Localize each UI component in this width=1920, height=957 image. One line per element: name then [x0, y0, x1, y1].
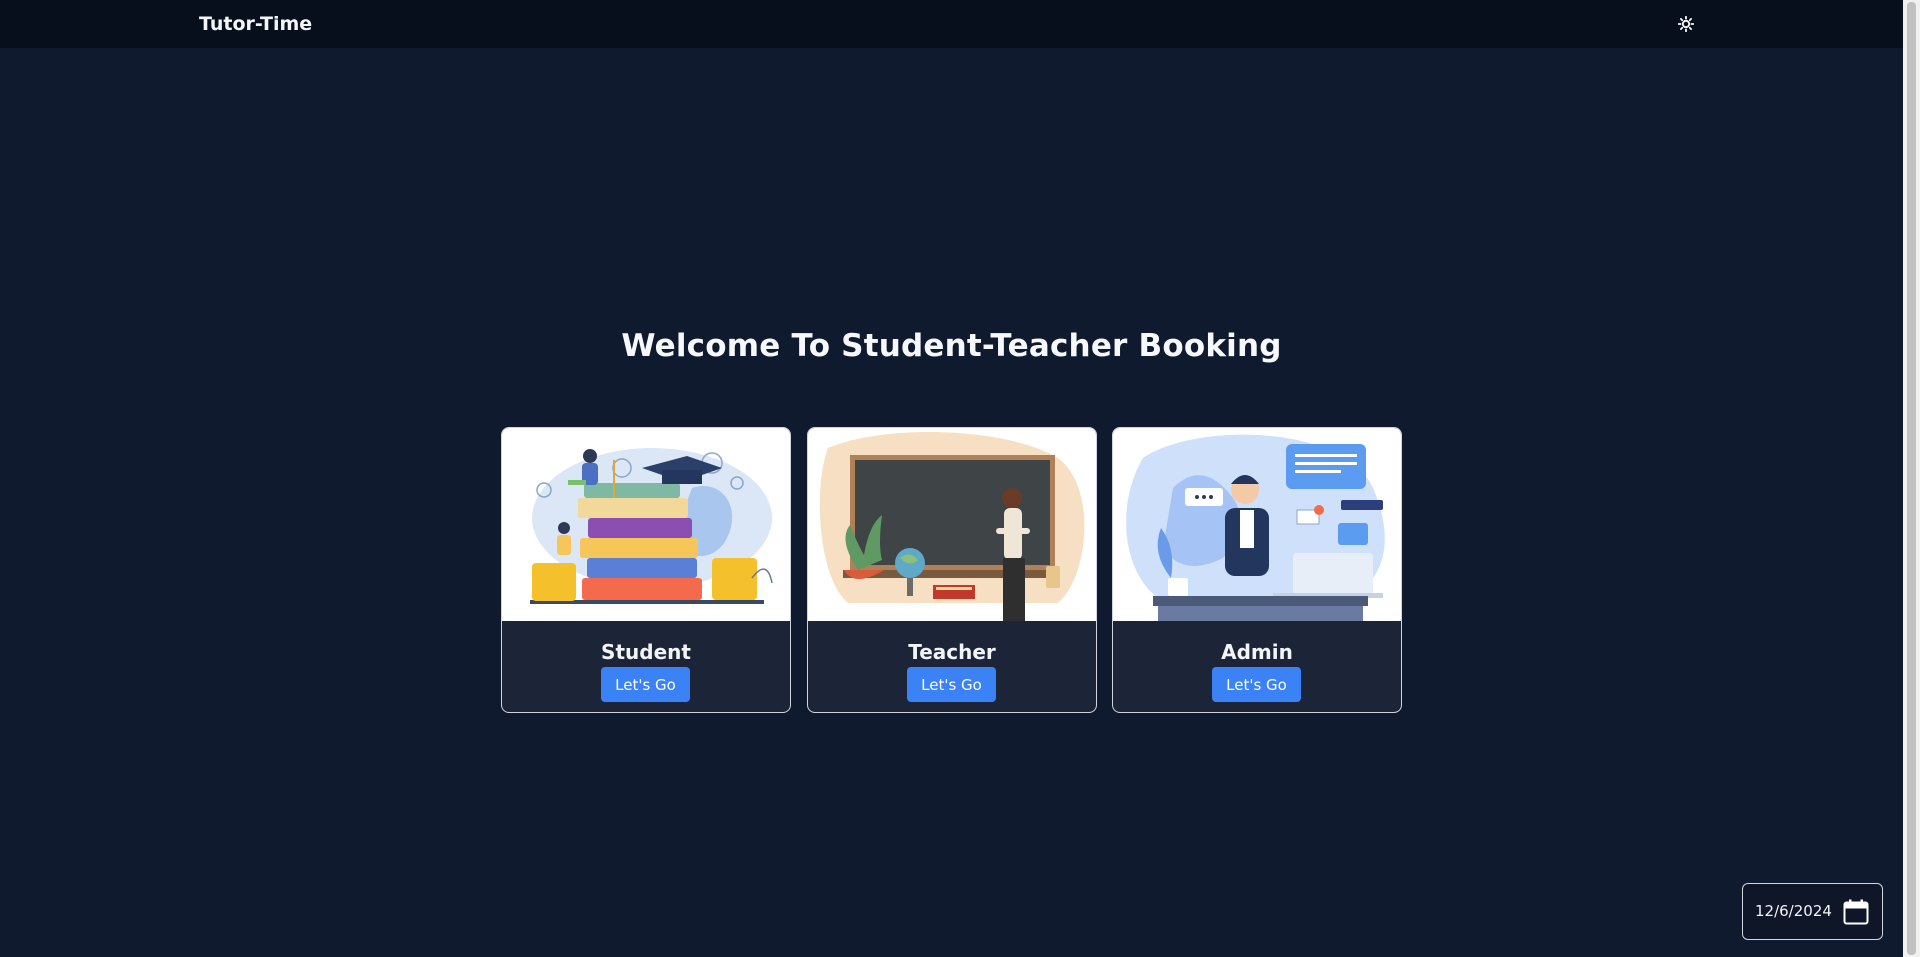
card-title: Admin	[1221, 640, 1293, 664]
teacher-illustration	[808, 428, 1096, 621]
role-cards: Student Let's Go Teacher Let's Go Admin …	[501, 427, 1402, 713]
teacher-lets-go-button[interactable]: Let's Go	[907, 667, 996, 702]
navbar: Tutor-Time	[0, 0, 1903, 48]
card-title: Student	[601, 640, 691, 664]
student-card: Student Let's Go	[501, 427, 791, 713]
calendar-icon[interactable]	[1843, 899, 1869, 925]
admin-illustration	[1113, 428, 1401, 621]
date-picker[interactable]: 12/6/2024	[1742, 883, 1883, 940]
date-value: 12/6/2024	[1755, 902, 1832, 920]
page-title: Welcome To Student-Teacher Booking	[621, 328, 1282, 364]
brand-logo[interactable]: Tutor-Time	[199, 13, 312, 35]
admin-lets-go-button[interactable]: Let's Go	[1212, 667, 1301, 702]
student-illustration	[502, 428, 790, 621]
student-lets-go-button[interactable]: Let's Go	[601, 667, 690, 702]
admin-card: Admin Let's Go	[1112, 427, 1402, 713]
teacher-card: Teacher Let's Go	[807, 427, 1097, 713]
card-title: Teacher	[908, 640, 996, 664]
theme-toggle-icon[interactable]	[1676, 14, 1696, 34]
scrollbar-thumb[interactable]	[1907, 2, 1916, 955]
vertical-scrollbar[interactable]	[1903, 0, 1920, 957]
